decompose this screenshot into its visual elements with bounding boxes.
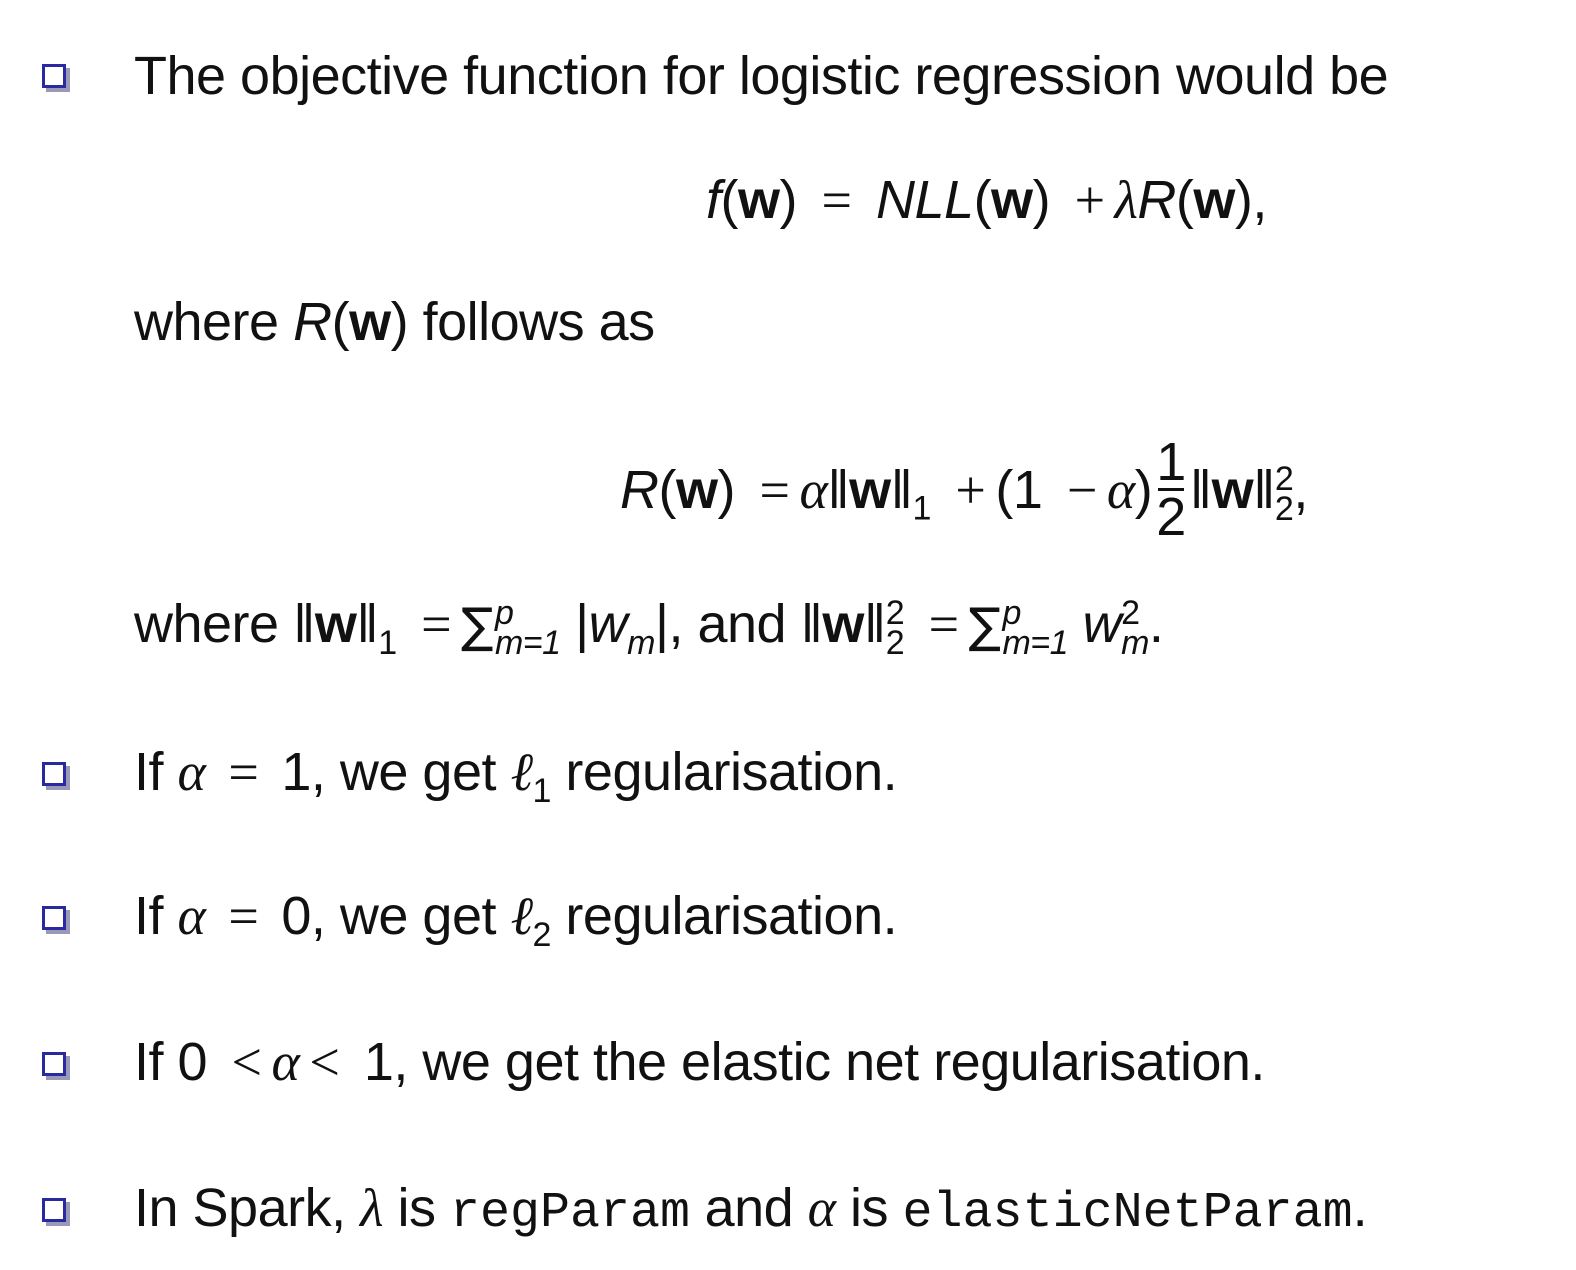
elastic-net-param-code: elasticNetParam xyxy=(902,1185,1353,1242)
bullet-text-objective: The objective function for logistic regr… xyxy=(134,46,1389,106)
bullet-text-l2: If α = 0, we get ℓ2 regularisation. xyxy=(134,886,898,954)
fraction-half: 12 xyxy=(1156,432,1186,547)
bullet-icon xyxy=(42,762,66,786)
bullet-icon xyxy=(42,1198,66,1222)
bullet-text-elastic-net: If 0 < α < 1, we get the elastic net regul… xyxy=(134,1032,1265,1092)
bullet-icon xyxy=(42,64,66,88)
where-r-text: where R(w) follows as xyxy=(134,292,655,352)
slide: The objective function for logistic regr… xyxy=(0,0,1576,1270)
bullet-icon xyxy=(42,906,66,930)
reg-param-code: regParam xyxy=(450,1185,691,1242)
bullet-text-l1: If α = 1, we get ℓ1 regularisation. xyxy=(134,742,898,810)
equation-objective: f(w) = NLL(w) + λR(w), xyxy=(706,170,1267,230)
bullet-icon xyxy=(42,1052,66,1076)
norm-definitions: where ‖w‖1 = ∑ p m=1 |wm|, and ‖w‖ 2 2 = ∑ p m=1… xyxy=(134,593,1164,662)
equation-regulariser: R(w) = α‖w‖1 + (1 − α) 1 2 ‖w‖ 2 2, xyxy=(620,432,1308,547)
bullet-text-spark: In Spark, λ is regParam and α is elastic… xyxy=(134,1178,1368,1242)
